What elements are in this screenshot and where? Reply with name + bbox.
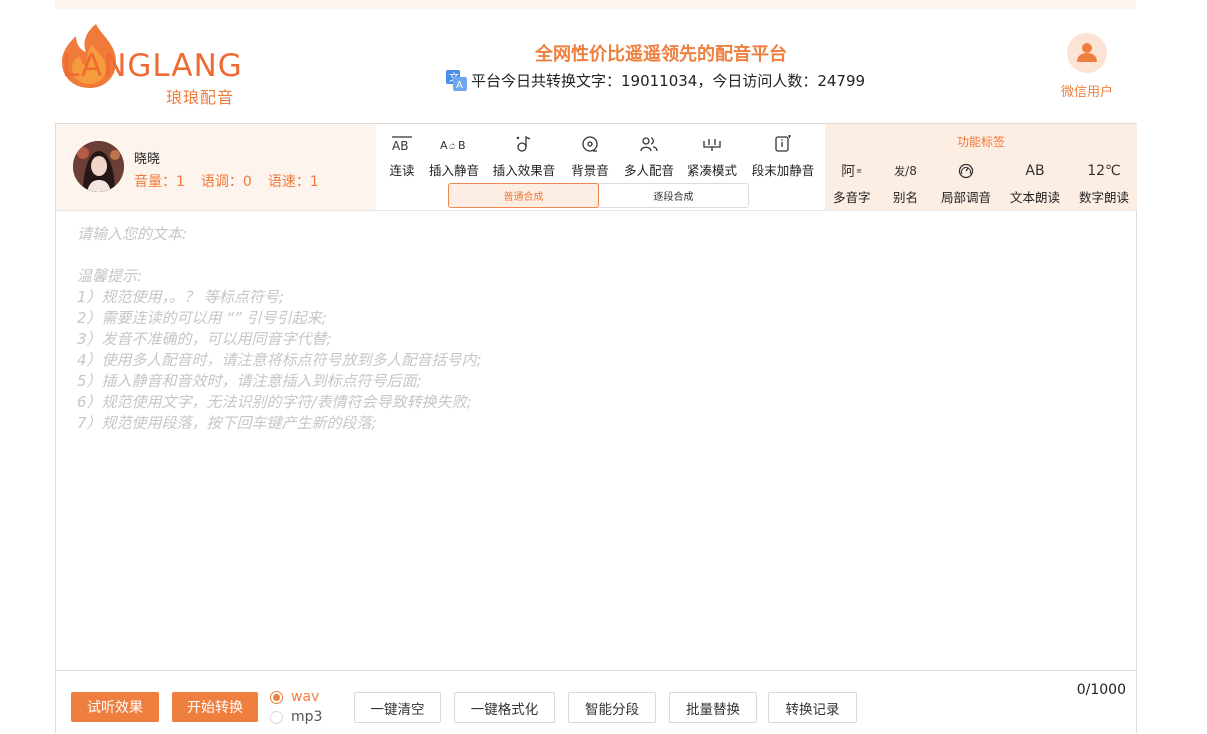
voice-params: 音量：1 语调：0 语速：1 bbox=[134, 171, 319, 191]
action-bar: 试听效果 开始转换 wav mp3 一键清空 一键格式化 智能分段 批量替换 转… bbox=[56, 672, 1136, 734]
editor-placeholder: 请输入您的文本: 温馨提示: 1）规范使用，。？ 等标点符号; 2）需要连读的可… bbox=[77, 225, 482, 432]
char-counter: 0/1000 bbox=[1076, 682, 1126, 698]
voice-portrait-icon bbox=[73, 141, 124, 192]
user-label[interactable]: 微信用户 bbox=[1056, 81, 1118, 100]
sound-effect-icon bbox=[515, 132, 533, 156]
batch-replace-button[interactable]: 批量替换 bbox=[669, 692, 757, 723]
tool-sound-effect[interactable]: 插入效果音 bbox=[486, 132, 562, 182]
translate-icon: 文 A bbox=[446, 69, 467, 91]
platform-stats: 文 A 平台今日共转换文字：19011034，今日访问人数：24799 bbox=[446, 68, 865, 92]
feature-tags: 功能标签 阿 ≡ 多音字 发/8 别名 局部调音 AB 文本朗读 12℃ 数字朗… bbox=[825, 124, 1137, 210]
alias-icon: 发/8 bbox=[894, 164, 917, 178]
format-mp3-option[interactable]: mp3 bbox=[270, 709, 322, 725]
paragraph-silence-icon bbox=[774, 132, 792, 156]
feature-polyphone[interactable]: 阿 ≡ 多音字 bbox=[833, 160, 871, 206]
feature-label: 文本朗读 bbox=[1010, 190, 1061, 205]
feature-text-read[interactable]: AB 文本朗读 bbox=[1010, 160, 1060, 206]
synthesis-mode-switch: 普通合成 逐段合成 bbox=[448, 183, 749, 208]
tool-compact-mode[interactable]: 紧凑模式 bbox=[680, 132, 744, 182]
user-avatar[interactable] bbox=[1067, 33, 1107, 73]
tool-label: 段末加静音 bbox=[751, 163, 815, 178]
wav-label: wav bbox=[291, 689, 320, 705]
background-music-icon bbox=[581, 132, 599, 156]
compact-mode-icon bbox=[702, 132, 722, 156]
mp3-label: mp3 bbox=[291, 709, 323, 725]
editor-panel: 晓晓 音量：1 语调：0 语速：1 AB 连读 AඨB 插入静音 插入效果音 背… bbox=[55, 123, 1137, 733]
svg-text:B: B bbox=[458, 139, 466, 152]
wav-radio[interactable] bbox=[270, 690, 283, 704]
feature-label: 数字朗读 bbox=[1079, 190, 1130, 205]
voice-volume: 音量：1 bbox=[134, 174, 185, 190]
voice-pitch: 语调：0 bbox=[200, 174, 252, 190]
tool-label: 插入效果音 bbox=[492, 163, 556, 178]
voice-avatar[interactable] bbox=[73, 141, 124, 192]
mode-normal[interactable]: 普通合成 bbox=[448, 183, 599, 208]
feature-alias[interactable]: 发/8 别名 bbox=[893, 160, 918, 206]
convert-button[interactable]: 开始转换 bbox=[172, 692, 258, 722]
tool-paragraph-silence[interactable]: 段末加静音 bbox=[744, 132, 822, 182]
smart-split-button[interactable]: 智能分段 bbox=[568, 692, 656, 723]
feature-tuning[interactable]: 局部调音 bbox=[941, 160, 991, 206]
liaison-icon: AB bbox=[391, 132, 413, 156]
feature-label: 局部调音 bbox=[941, 190, 992, 205]
tool-multi-voice[interactable]: 多人配音 bbox=[618, 132, 680, 182]
feature-number-read[interactable]: 12℃ 数字朗读 bbox=[1079, 160, 1129, 206]
mode-segmented[interactable]: 逐段合成 bbox=[599, 184, 748, 207]
tuning-icon bbox=[958, 160, 974, 182]
clear-button[interactable]: 一键清空 bbox=[354, 692, 441, 723]
tool-label: 紧凑模式 bbox=[686, 163, 737, 178]
feature-label: 别名 bbox=[893, 190, 919, 205]
text-editor[interactable]: 请输入您的文本: 温馨提示: 1）规范使用，。？ 等标点符号; 2）需要连读的可… bbox=[56, 211, 1136, 671]
user-icon bbox=[1077, 43, 1097, 62]
top-strip bbox=[55, 0, 1136, 9]
format-wav-option[interactable]: wav bbox=[270, 689, 319, 705]
tool-insert-silence[interactable]: AඨB 插入静音 bbox=[422, 132, 486, 182]
number-read-icon: 12℃ bbox=[1087, 163, 1121, 179]
tool-label: 多人配音 bbox=[623, 163, 674, 178]
tool-group: AB 连读 AඨB 插入静音 插入效果音 背景音 多人配音 紧凑模式 段末加静音 bbox=[382, 132, 822, 182]
voice-name: 晓晓 bbox=[134, 152, 161, 167]
tool-liaison[interactable]: AB 连读 bbox=[382, 132, 422, 182]
tool-label: 插入静音 bbox=[428, 163, 479, 178]
mp3-radio[interactable] bbox=[270, 710, 283, 724]
text-read-icon: AB bbox=[1025, 163, 1045, 179]
voice-speed: 语速：1 bbox=[267, 174, 319, 190]
polyphone-icon: 阿 ≡ bbox=[841, 164, 863, 180]
preview-button[interactable]: 试听效果 bbox=[71, 692, 159, 722]
toolbar: 晓晓 音量：1 语调：0 语速：1 AB 连读 AඨB 插入静音 插入效果音 背… bbox=[56, 124, 1137, 211]
logo-wordmark: LANGLANG bbox=[62, 48, 243, 84]
tool-label: 背景音 bbox=[571, 163, 609, 178]
stats-text: 平台今日共转换文字：19011034，今日访问人数：24799 bbox=[471, 71, 866, 90]
svg-text:A: A bbox=[456, 80, 463, 91]
voice-selector[interactable]: 晓晓 音量：1 语调：0 语速：1 bbox=[56, 124, 376, 210]
tool-label: 连读 bbox=[389, 163, 415, 178]
brand-logo[interactable]: LANGLANG 琅琅配音 bbox=[58, 22, 268, 107]
format-text-button[interactable]: 一键格式化 bbox=[454, 692, 555, 723]
insert-silence-icon: AඨB bbox=[440, 132, 468, 156]
page-title: 全网性价比遥遥领先的配音平台 bbox=[535, 44, 787, 65]
tool-background-music[interactable]: 背景音 bbox=[562, 132, 618, 182]
user-menu[interactable]: 微信用户 bbox=[1056, 33, 1118, 100]
svg-text:A: A bbox=[440, 139, 448, 152]
multi-voice-icon bbox=[640, 132, 658, 156]
history-button[interactable]: 转换记录 bbox=[768, 692, 857, 723]
logo-subtitle: 琅琅配音 bbox=[166, 88, 235, 107]
svg-text:ඨ: ඨ bbox=[449, 142, 455, 152]
features-title: 功能标签 bbox=[956, 135, 1005, 149]
svg-text:AB: AB bbox=[392, 139, 408, 153]
feature-label: 多音字 bbox=[833, 190, 871, 205]
